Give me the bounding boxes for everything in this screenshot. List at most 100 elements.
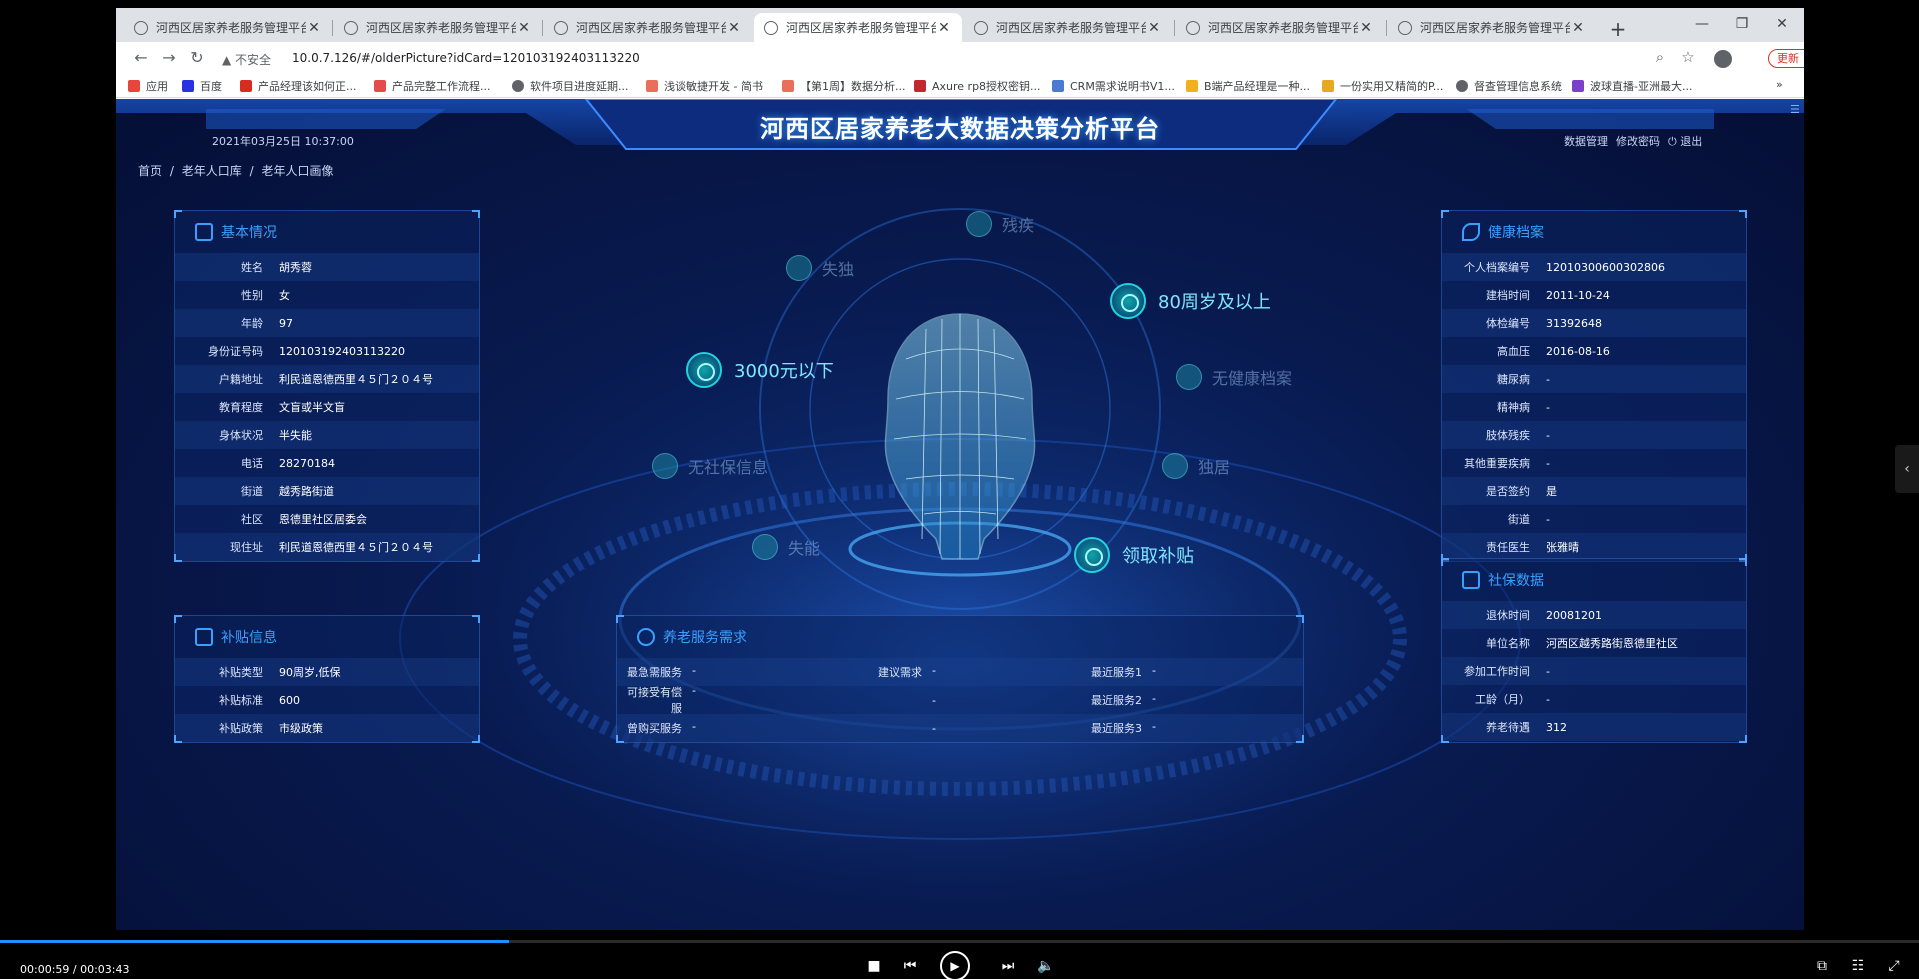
settings-icon[interactable]: ☷ xyxy=(1848,958,1868,974)
info-row: 年龄 97 xyxy=(175,309,479,337)
panel-header: 社保数据 xyxy=(1442,559,1746,601)
bookmark-star-icon[interactable]: ☆ xyxy=(1678,48,1698,66)
change-password-link[interactable]: 修改密码 xyxy=(1616,133,1660,149)
service-needs-panel: 养老服务需求 最急需服务 - 建议需求 - 最近服务1- 可接受有偿服 - - 最近服… xyxy=(616,615,1304,743)
bookmark-item[interactable]: 产品完整工作流程... xyxy=(374,78,491,94)
play-button[interactable]: ▶ xyxy=(940,951,970,979)
close-tab-icon[interactable]: ✕ xyxy=(1570,20,1586,36)
bookmark-item[interactable]: Axure rp8授权密钥... xyxy=(914,78,1041,94)
video-progress-bar[interactable] xyxy=(0,940,1919,943)
minimize-button[interactable]: — xyxy=(1682,16,1722,32)
portrait-tag-inactive: 独居 xyxy=(1162,453,1230,479)
subsidy-list: 补贴类型 90周岁,低保 补贴标准 600 补贴政策 市级政策 xyxy=(175,658,479,742)
breadcrumb: 首页 / 老年人口库 / 老年人口画像 xyxy=(138,162,337,179)
fullscreen-icon[interactable]: ⤢ xyxy=(1884,958,1904,974)
update-button[interactable]: 更新 ⋮ xyxy=(1768,49,1804,68)
breadcrumb-separator: / xyxy=(169,164,174,178)
insecure-indicator[interactable]: ▲ 不安全 xyxy=(222,51,271,68)
warning-icon: ▲ xyxy=(222,53,236,67)
browser-window: 河西区居家养老服务管理平台 ✕ 河西区居家养老服务管理平台 ✕ 河西区居家养老服务管… xyxy=(116,8,1804,930)
profile-avatar[interactable] xyxy=(1714,50,1732,68)
info-row: 电话 28270184 xyxy=(175,449,479,477)
id-card-icon xyxy=(195,223,213,241)
tag-dot xyxy=(652,453,678,479)
document-icon xyxy=(1462,571,1480,589)
tab-separator xyxy=(1386,20,1387,36)
tag-dot xyxy=(752,534,778,560)
browser-tab[interactable]: 河西区居家养老服务管理平台 ✕ xyxy=(964,13,1172,42)
csdn-icon xyxy=(914,80,926,92)
forward-arrow-icon[interactable]: → xyxy=(158,48,180,67)
panel-header: 基本情况 xyxy=(175,211,479,253)
back-arrow-icon[interactable]: ← xyxy=(130,48,152,67)
info-row: 单位名称 河西区越秀路街恩德里社区 xyxy=(1442,629,1746,657)
info-row: 糖尿病 - xyxy=(1442,365,1746,393)
panel-header: 健康档案 xyxy=(1442,211,1746,253)
previous-icon[interactable]: ⏮ xyxy=(900,958,920,974)
bookmark-item[interactable]: 产品经理该如何正... xyxy=(240,78,357,94)
bookmark-item[interactable]: 【第1周】数据分析... xyxy=(782,78,906,94)
new-tab-button[interactable]: + xyxy=(1606,17,1630,41)
zoom-icon[interactable]: ⌕ xyxy=(1650,48,1670,66)
bookmark-item[interactable]: CRM需求说明书V1... xyxy=(1052,78,1175,94)
wheelchair-icon xyxy=(637,628,655,646)
browser-tab[interactable]: 河西区居家养老服务管理平台 ✕ xyxy=(1176,13,1384,42)
info-row: 社区 恩德里社区居委会 xyxy=(175,505,479,533)
stop-icon[interactable]: ■ xyxy=(864,958,884,974)
bookmark-item[interactable]: 百度 xyxy=(182,78,222,94)
menu-icon[interactable]: ☰ xyxy=(1790,103,1800,116)
info-row: 责任医生 张雅晴 xyxy=(1442,533,1746,561)
browser-tab[interactable]: 河西区居家养老服务管理平台 ✕ xyxy=(334,13,542,42)
close-tab-icon[interactable]: ✕ xyxy=(726,20,742,36)
info-row: 养老待遇 312 xyxy=(1442,713,1746,741)
leaf-icon xyxy=(1462,223,1480,241)
tag-dot xyxy=(966,211,992,237)
data-manage-link[interactable]: 数据管理 xyxy=(1564,133,1608,149)
address-bar[interactable]: 10.0.7.126/#/olderPicture?idCard=1201031… xyxy=(292,51,640,65)
needs-row: 曾购买服务 - - 最近服务3- xyxy=(617,714,1303,742)
close-tab-icon[interactable]: ✕ xyxy=(516,20,532,36)
screenshot-icon[interactable]: ⧉ xyxy=(1812,958,1832,974)
tab-separator xyxy=(1174,20,1175,36)
bookmarks-overflow-icon[interactable]: » xyxy=(1776,78,1783,91)
tag-dot xyxy=(686,352,722,388)
logout-link[interactable]: ⏻ 退出 xyxy=(1668,133,1702,149)
tag-dot xyxy=(1110,283,1146,319)
paw-icon xyxy=(1052,80,1064,92)
portrait-tag-active: 80周岁及以上 xyxy=(1110,283,1271,319)
bookmark-item[interactable]: 督查管理信息系统 xyxy=(1456,78,1562,94)
globe-icon xyxy=(1398,20,1412,35)
close-tab-icon[interactable]: ✕ xyxy=(1146,20,1162,36)
info-row: 个人档案编号 12010300600302806 xyxy=(1442,253,1746,281)
site-icon xyxy=(240,80,252,92)
tab-separator xyxy=(332,20,333,36)
bookmark-item[interactable]: B端产品经理是一种... xyxy=(1186,78,1310,94)
browser-tab-active[interactable]: 河西区居家养老服务管理平台 ✕ xyxy=(754,13,962,42)
bookmark-item[interactable]: 软件项目进度延期... xyxy=(512,78,629,94)
browser-tab[interactable]: 河西区居家养老服务管理平台 ✕ xyxy=(124,13,332,42)
globe-icon xyxy=(344,20,358,35)
reload-icon[interactable]: ↻ xyxy=(186,48,208,67)
tab-separator xyxy=(542,20,543,36)
breadcrumb-home[interactable]: 首页 xyxy=(138,164,162,178)
close-tab-icon[interactable]: ✕ xyxy=(306,20,322,36)
bookmark-item[interactable]: 一份实用又精简的P... xyxy=(1322,78,1443,94)
info-row: 现住址 利民道恩德西里４５门２０４号 xyxy=(175,533,479,561)
volume-icon[interactable]: 🔈 xyxy=(1036,958,1056,974)
bookmark-item[interactable]: 浅谈敏捷开发 - 简书 xyxy=(646,78,763,94)
close-tab-icon[interactable]: ✕ xyxy=(936,20,952,36)
info-row: 性别女 xyxy=(175,281,479,309)
browser-tab[interactable]: 河西区居家养老服务管理平台 ✕ xyxy=(544,13,752,42)
browser-tab[interactable]: 河西区居家养老服务管理平台 ✕ xyxy=(1388,13,1596,42)
breadcrumb-elder-db[interactable]: 老年人口库 xyxy=(182,164,242,178)
info-row: 肢体残疾 - xyxy=(1442,421,1746,449)
bookmark-item[interactable]: 应用 xyxy=(128,78,168,94)
side-panel-handle[interactable]: ‹ xyxy=(1895,445,1919,493)
close-tab-icon[interactable]: ✕ xyxy=(1358,20,1374,36)
close-window-button[interactable]: ✕ xyxy=(1762,16,1802,32)
info-row: 街道 - xyxy=(1442,505,1746,533)
bookmark-item[interactable]: 波球直播-亚洲最大... xyxy=(1572,78,1692,94)
next-icon[interactable]: ⏭ xyxy=(998,958,1018,974)
tag-dot xyxy=(1162,453,1188,479)
restore-button[interactable]: ❐ xyxy=(1722,16,1762,32)
